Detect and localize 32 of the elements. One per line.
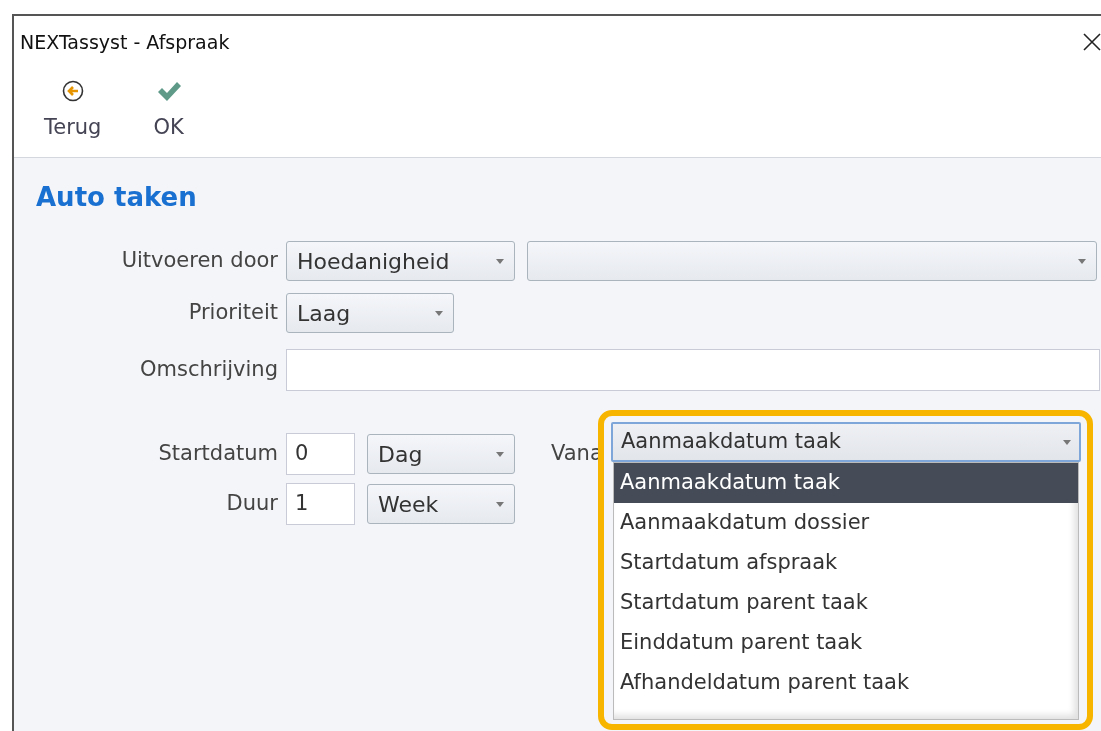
caret-icon xyxy=(496,451,504,457)
dropdown[interactable] xyxy=(527,241,1097,281)
close-icon[interactable] xyxy=(1082,32,1101,52)
dropdown[interactable]: Laag xyxy=(286,293,454,333)
field-label: Duur xyxy=(225,490,279,518)
caret-icon xyxy=(1078,258,1086,264)
caret-icon xyxy=(496,258,504,264)
section-title: Auto taken xyxy=(36,181,197,214)
dropdown-option[interactable]: Startdatum parent taak xyxy=(614,583,1078,623)
dropdown[interactable]: Hoedanigheid xyxy=(286,241,515,281)
input-field[interactable]: 1 xyxy=(286,483,355,525)
toolbar-button[interactable]: Terug xyxy=(40,80,106,144)
caret-icon xyxy=(496,501,504,507)
back-icon xyxy=(61,80,84,102)
dropdown[interactable]: Dag xyxy=(367,434,515,474)
caret-icon xyxy=(1063,439,1071,445)
field-label: Prioriteit xyxy=(187,299,279,327)
dropdown-option[interactable]: Aanmaakdatum dossier xyxy=(614,503,1078,543)
dropdown-option[interactable]: Startdatum afspraak xyxy=(614,543,1078,583)
dropdown[interactable]: Aanmaakdatum taak xyxy=(611,422,1081,462)
input-field[interactable] xyxy=(286,349,1100,391)
dropdown-option[interactable]: Aanmaakdatum taak xyxy=(614,463,1078,503)
input-field[interactable]: 0 xyxy=(286,433,355,475)
window-title: NEXTassyst - Afspraak xyxy=(20,29,230,55)
field-label: Startdatum xyxy=(157,440,279,468)
caret-icon xyxy=(435,310,443,316)
field-label: Uitvoeren door xyxy=(120,247,279,275)
dropdown-option[interactable]: Afhandeldatum parent taak xyxy=(614,663,1078,703)
toolbar-button[interactable]: OK xyxy=(149,80,188,144)
dropdown[interactable]: Week xyxy=(367,484,515,524)
dropdown-option[interactable]: Einddatum parent taak xyxy=(614,623,1078,663)
field-label: Omschrijving xyxy=(139,356,279,384)
